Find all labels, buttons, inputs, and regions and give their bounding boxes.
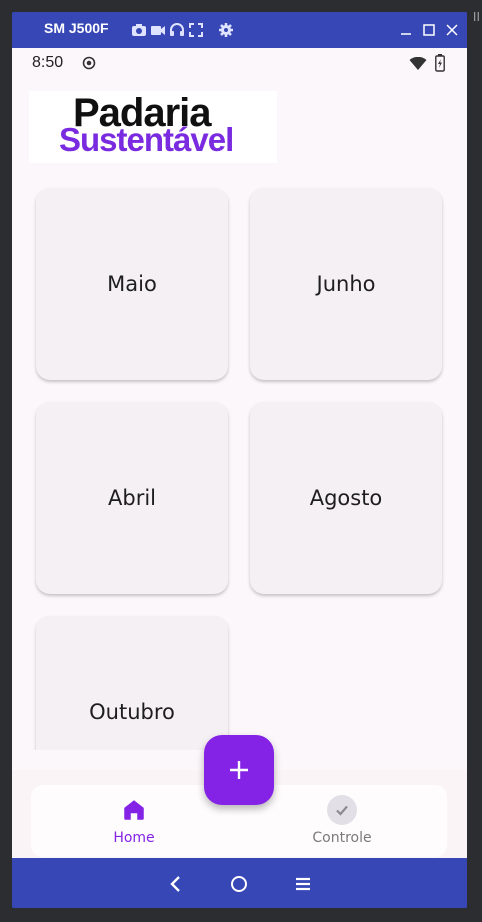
month-card-label: Maio (107, 272, 157, 296)
back-icon[interactable] (166, 874, 186, 894)
location-indicator-icon (82, 56, 96, 70)
add-fab-button[interactable] (204, 735, 274, 805)
fullscreen-icon[interactable] (188, 22, 204, 38)
nav-item-home[interactable]: Home (59, 785, 209, 857)
emulator-titlebar: SM J500F (12, 12, 467, 48)
app-logo: Padaria Sustentável (29, 91, 277, 163)
nav-label-controle: Controle (312, 830, 372, 846)
desktop-background-top (0, 0, 482, 12)
check-circle-icon (327, 795, 357, 825)
month-card-label: Junho (316, 272, 376, 296)
maximize-icon[interactable] (421, 22, 437, 38)
headphones-icon[interactable] (169, 22, 185, 38)
video-record-icon[interactable] (150, 22, 166, 38)
month-card-label: Abril (108, 486, 156, 510)
menu-lines-icon[interactable] (293, 874, 313, 894)
battery-icon (435, 54, 445, 72)
nav-label-home: Home (113, 830, 155, 846)
device-title: SM J500F (44, 20, 109, 36)
app-screen: 8:50 Padaria Sustentável Maio Junho Abri… (12, 48, 467, 858)
home-circle-icon[interactable] (229, 874, 249, 894)
month-card-label: Agosto (309, 486, 383, 510)
settings-gear-icon[interactable] (218, 22, 234, 38)
camera-icon[interactable] (131, 22, 147, 38)
home-icon (119, 795, 149, 825)
emulator-window: SM J500F 8:50 Padaria Sustentável Maio J… (12, 12, 467, 908)
month-card-agosto[interactable]: Agosto (250, 402, 442, 594)
month-card-outubro[interactable]: Outubro (36, 616, 228, 750)
month-card-junho[interactable]: Junho (250, 188, 442, 380)
status-bar: 8:50 (12, 48, 467, 78)
plus-icon (228, 759, 250, 781)
month-card-abril[interactable]: Abril (36, 402, 228, 594)
desktop-corner-text: II (472, 10, 480, 24)
status-time: 8:50 (32, 54, 64, 71)
system-navigation-bar (12, 860, 467, 908)
logo-text-sustentavel: Sustentável (59, 121, 234, 158)
month-card-label: Outubro (89, 700, 175, 724)
close-icon[interactable] (444, 22, 460, 38)
desktop-background-left (0, 0, 12, 922)
month-grid: Maio Junho Abril Agosto Outubro (12, 178, 467, 750)
month-card-maio[interactable]: Maio (36, 188, 228, 380)
wifi-icon (409, 57, 427, 71)
minimize-icon[interactable] (398, 22, 414, 38)
nav-item-controle[interactable]: Controle (267, 785, 417, 857)
